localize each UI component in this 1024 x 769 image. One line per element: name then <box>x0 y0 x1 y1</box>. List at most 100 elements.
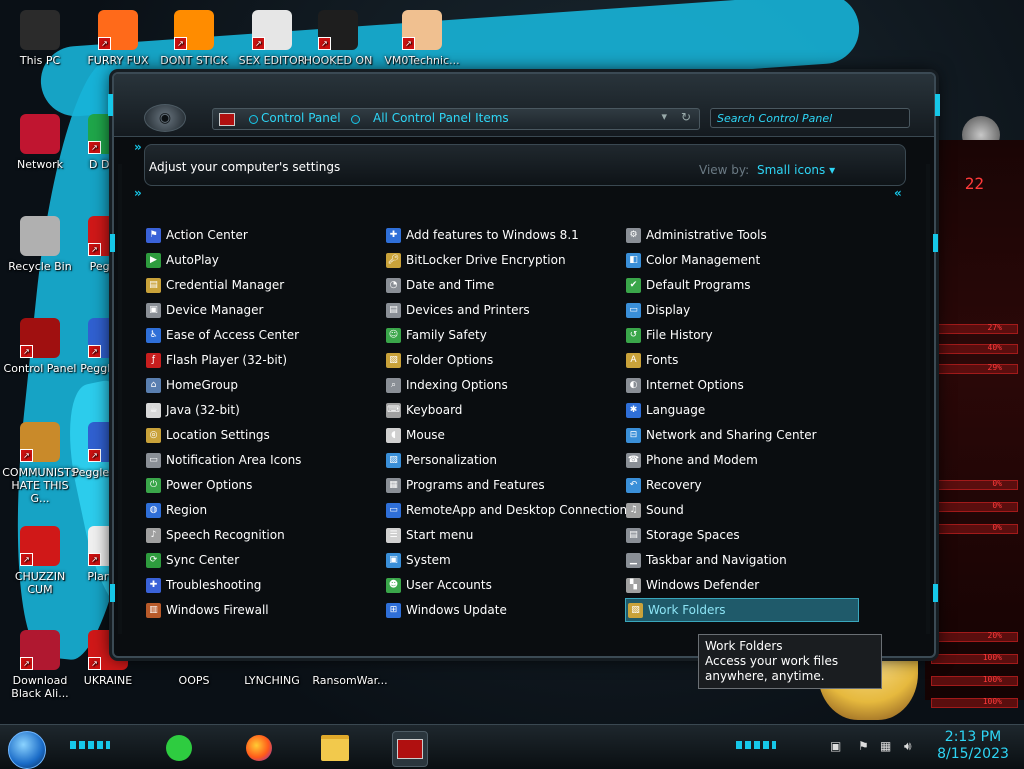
cp-item-notification-area-icons[interactable]: ▭ Notification Area Icons <box>146 449 301 471</box>
phone-icon: ☎ <box>626 452 641 468</box>
network-icon[interactable]: ▦ <box>880 739 891 753</box>
desktop-icon-control-panel[interactable]: ↗ Control Panel <box>2 318 78 375</box>
chevron-right-icon: » <box>134 186 142 200</box>
desktop-icon-chuzzin-cum[interactable]: ↗ CHUZZIN CUM <box>2 526 78 596</box>
internet-options-icon: ◐ <box>626 377 641 393</box>
cp-item-network-and-sharing-center[interactable]: ⊟ Network and Sharing Center <box>626 424 817 446</box>
cp-item-credential-manager[interactable]: ▤ Credential Manager <box>146 274 284 296</box>
cp-item-device-manager[interactable]: ▣ Device Manager <box>146 299 263 321</box>
taskbar: ▣ ⚑ ▦ 🔊︎ 2:13 PM 8/15/2023 <box>0 724 1024 769</box>
cp-item-file-history[interactable]: ↺ File History <box>626 324 713 346</box>
cp-item-autoplay[interactable]: ▶ AutoPlay <box>146 249 219 271</box>
monitor-percent: 0% <box>992 479 1002 488</box>
taskbar-app-firefox[interactable] <box>242 731 276 765</box>
desktop-icon-hooked-on[interactable]: ↗ HOOKED ON <box>300 10 376 67</box>
mouse-icon: ◖ <box>386 427 401 443</box>
cp-item-system[interactable]: ▣ System <box>386 549 451 571</box>
cp-item-user-accounts[interactable]: ☻ User Accounts <box>386 574 492 596</box>
start-button[interactable] <box>8 731 46 769</box>
cp-item-indexing-options[interactable]: ⌕ Indexing Options <box>386 374 508 396</box>
address-bar[interactable]: Control Panel All Control Panel Items ▾ … <box>212 108 700 130</box>
action-center-flag-icon[interactable]: ⚑ <box>858 739 869 753</box>
cp-item-power-options[interactable]: ⏻ Power Options <box>146 474 252 496</box>
back-forward-button[interactable]: ◉ <box>144 104 186 132</box>
desktop-icon-label: Control Panel <box>3 362 77 375</box>
cp-item-speech-recognition[interactable]: ♪ Speech Recognition <box>146 524 285 546</box>
system-clock[interactable]: 2:13 PM 8/15/2023 <box>930 729 1016 763</box>
cp-item-label: Sound <box>646 503 684 517</box>
cp-item-fonts[interactable]: A Fonts <box>626 349 678 371</box>
clock-date: 8/15/2023 <box>937 746 1009 762</box>
cp-item-windows-update[interactable]: ⊞ Windows Update <box>386 599 507 621</box>
desktop-icon-network[interactable]: Network <box>2 114 78 171</box>
cp-item-date-and-time[interactable]: ◔ Date and Time <box>386 274 494 296</box>
cp-item-phone-and-modem[interactable]: ☎ Phone and Modem <box>626 449 758 471</box>
cp-item-bitlocker-drive-encryption[interactable]: 🔑︎ BitLocker Drive Encryption <box>386 249 566 271</box>
tray-app-icon[interactable]: ▣ <box>830 739 841 753</box>
cp-item-personalization[interactable]: ▨ Personalization <box>386 449 497 471</box>
cp-item-label: Speech Recognition <box>166 528 285 542</box>
desktop-icon-sex-editor[interactable]: ↗ SEX EDITOR <box>234 10 310 67</box>
cp-item-label: System <box>406 553 451 567</box>
cp-item-label: Taskbar and Navigation <box>646 553 787 567</box>
cp-item-action-center[interactable]: ⚑ Action Center <box>146 224 248 246</box>
desktop-icon-furry-fux[interactable]: ↗ FURRY FUX <box>80 10 156 67</box>
chevron-down-icon[interactable]: ▾ <box>661 110 667 123</box>
cp-item-keyboard[interactable]: ⌨ Keyboard <box>386 399 462 421</box>
chat-app-icon <box>166 735 192 761</box>
cp-item-region[interactable]: ◍ Region <box>146 499 207 521</box>
refresh-icon[interactable]: ↻ <box>681 110 691 124</box>
cp-item-ease-of-access-center[interactable]: ♿︎ Ease of Access Center <box>146 324 299 346</box>
cp-item-taskbar-and-navigation[interactable]: ▁ Taskbar and Navigation <box>626 549 787 571</box>
cp-item-recovery[interactable]: ↶ Recovery <box>626 474 702 496</box>
cp-item-sync-center[interactable]: ⟳ Sync Center <box>146 549 239 571</box>
cp-item-label: BitLocker Drive Encryption <box>406 253 566 267</box>
cp-item-folder-options[interactable]: ▧ Folder Options <box>386 349 493 371</box>
desktop-icon-vm0technic[interactable]: ↗ VM0Technic... <box>384 10 460 67</box>
taskbar-app-chat[interactable] <box>162 731 196 765</box>
breadcrumb-control-panel[interactable]: Control Panel <box>261 111 341 125</box>
taskbar-app-control-panel[interactable] <box>392 731 428 767</box>
cp-item-location-settings[interactable]: ◎ Location Settings <box>146 424 270 446</box>
cp-item-programs-and-features[interactable]: ▦ Programs and Features <box>386 474 545 496</box>
cp-item-color-management[interactable]: ◧ Color Management <box>626 249 760 271</box>
cp-item-storage-spaces[interactable]: ▤ Storage Spaces <box>626 524 740 546</box>
view-by-dropdown[interactable]: Small icons ▾ <box>757 163 835 177</box>
cp-item-family-safety[interactable]: ☺ Family Safety <box>386 324 487 346</box>
shortcut-app-icon: ↗ <box>20 526 60 566</box>
cp-item-add-features-to-windows-8-1[interactable]: ✚ Add features to Windows 8.1 <box>386 224 579 246</box>
cp-item-start-menu[interactable]: ☰ Start menu <box>386 524 473 546</box>
desktop-icon-download-black-ali[interactable]: ↗ Download Black Ali... <box>2 630 78 700</box>
shortcut-app-icon: ↗ <box>98 10 138 50</box>
cp-item-sound[interactable]: ♫ Sound <box>626 499 684 521</box>
volume-icon[interactable]: 🔊︎ <box>904 739 912 754</box>
cp-item-internet-options[interactable]: ◐ Internet Options <box>626 374 744 396</box>
cp-item-windows-defender[interactable]: ▚ Windows Defender <box>626 574 759 596</box>
desktop-icon-dont-stick[interactable]: ↗ DONT STICK <box>156 10 232 67</box>
cp-item-windows-firewall[interactable]: ▥ Windows Firewall <box>146 599 269 621</box>
taskbar-app-explorer[interactable] <box>318 731 352 765</box>
desktop-icon-communists-hate-this-g[interactable]: ↗ COMMUNISTS HATE THIS G... <box>2 422 78 505</box>
cp-item-java-32-bit[interactable]: ☕︎ Java (32-bit) <box>146 399 240 421</box>
cp-item-display[interactable]: ▭ Display <box>626 299 690 321</box>
cp-item-remoteapp-and-desktop-connections[interactable]: ▭ RemoteApp and Desktop Connections <box>386 499 633 521</box>
search-input[interactable]: Search Control Panel <box>710 108 910 128</box>
cp-item-label: Add features to Windows 8.1 <box>406 228 579 242</box>
breadcrumb-all-items[interactable]: All Control Panel Items <box>373 111 509 125</box>
cp-item-default-programs[interactable]: ✔ Default Programs <box>626 274 751 296</box>
cp-item-homegroup[interactable]: ⌂ HomeGroup <box>146 374 238 396</box>
cp-item-mouse[interactable]: ◖ Mouse <box>386 424 445 446</box>
cp-item-devices-and-printers[interactable]: ▤ Devices and Printers <box>386 299 530 321</box>
frame-accent <box>110 234 115 252</box>
cp-item-administrative-tools[interactable]: ⚙ Administrative Tools <box>626 224 767 246</box>
shortcut-arrow-icon: ↗ <box>98 37 111 50</box>
cp-item-troubleshooting[interactable]: ✚ Troubleshooting <box>146 574 261 596</box>
desktop-icon-this-pc[interactable]: This PC <box>2 10 78 67</box>
control-panel-small-icon <box>219 113 235 126</box>
shortcut-app-icon: ↗ <box>20 630 60 670</box>
desktop-icon-recycle-bin[interactable]: Recycle Bin <box>2 216 78 273</box>
shortcut-app-icon: ↗ <box>20 318 60 358</box>
cp-item-work-folders[interactable]: ▧ Work Folders <box>625 598 859 622</box>
cp-item-language[interactable]: ✱ Language <box>626 399 705 421</box>
cp-item-flash-player-32-bit[interactable]: ƒ Flash Player (32-bit) <box>146 349 287 371</box>
